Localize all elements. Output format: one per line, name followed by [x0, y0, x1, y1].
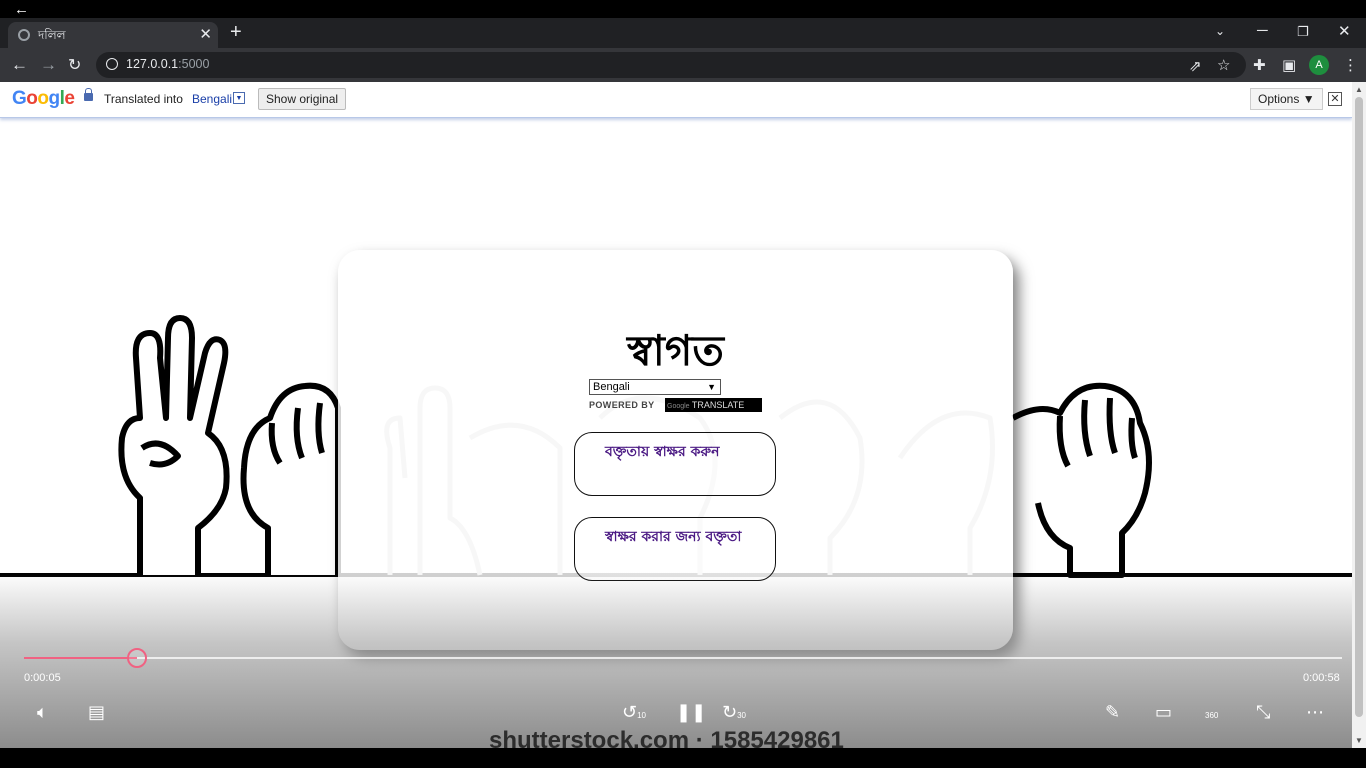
show-original-button[interactable]: Show original: [258, 88, 347, 110]
language-select-value: Bengali: [593, 381, 630, 393]
globe-icon: [18, 29, 30, 41]
google-logo: Google: [12, 88, 75, 109]
profile-avatar[interactable]: A: [1309, 55, 1329, 75]
back-icon[interactable]: ←: [11, 55, 28, 75]
seek-bar[interactable]: [24, 648, 1342, 668]
stock-watermark: shutterstock.com · 1585429861: [489, 727, 844, 748]
close-tab-icon[interactable]: ✕: [199, 25, 212, 43]
translate-options-button[interactable]: Options ▼: [1250, 88, 1323, 110]
scroll-down-icon[interactable]: ▼: [1355, 736, 1363, 745]
language-select[interactable]: Bengali ▼: [589, 379, 721, 395]
tab-search-icon[interactable]: ⌄: [1215, 24, 1225, 38]
elapsed-time: 0:00:05: [24, 672, 61, 684]
total-duration: 0:00:58: [1303, 672, 1340, 684]
page-scrollbar[interactable]: ▲ ▼: [1352, 82, 1366, 748]
minimize-icon[interactable]: ─: [1257, 22, 1268, 39]
seek-progress: [24, 657, 138, 659]
lock-icon: [84, 88, 93, 101]
extensions-icon[interactable]: ✚: [1253, 56, 1266, 74]
powered-by-label: POWERED BY: [589, 400, 655, 410]
close-window-icon[interactable]: ✕: [1338, 22, 1351, 40]
skip-back-icon[interactable]: ↺10: [622, 702, 646, 723]
subtitles-icon[interactable]: ▤: [88, 702, 105, 723]
translated-into-label: Translated into: [104, 92, 183, 106]
chevron-down-icon: ▼: [707, 382, 716, 392]
screen: ← দলিল ✕ + ⌄ ─ ❐ ✕ ← → ↻ 127.0.0.1:5000 …: [0, 0, 1366, 768]
restore-icon[interactable]: ❐: [1297, 24, 1309, 40]
pause-icon[interactable]: ❚❚: [676, 702, 706, 723]
tab-title: দলিল: [38, 28, 66, 42]
player-top-bar: ←: [0, 0, 1366, 18]
back-arrow-icon[interactable]: ←: [14, 2, 34, 18]
share-icon[interactable]: ⇗: [1189, 57, 1202, 75]
menu-kebab-icon[interactable]: ⋮: [1343, 56, 1358, 74]
translate-language-link[interactable]: Bengali: [192, 92, 232, 106]
google-translate-badge[interactable]: Google TRANSLATE: [665, 398, 762, 412]
language-dropdown-icon[interactable]: ▼: [233, 92, 245, 104]
url-text: 127.0.0.1:5000: [126, 57, 210, 71]
more-options-icon[interactable]: ⋯: [1306, 702, 1324, 723]
volume-icon[interactable]: 🔈︎: [37, 702, 48, 723]
site-info-icon[interactable]: [106, 58, 118, 70]
reload-icon[interactable]: ↻: [68, 55, 81, 75]
forward-icon[interactable]: →: [40, 55, 57, 75]
view-360-icon[interactable]: 360: [1205, 702, 1218, 723]
google-translate-bar: Google Translated into Bengali ▼ Show or…: [0, 82, 1352, 118]
tab-strip: দলিল ✕ + ⌄ ─ ❐ ✕: [0, 18, 1366, 48]
side-panel-icon[interactable]: ▣: [1282, 56, 1296, 74]
player-bottom-bar: [0, 748, 1366, 768]
exit-fullscreen-icon[interactable]: ⤡: [1256, 702, 1270, 723]
browser-toolbar: ← → ↻ 127.0.0.1:5000 ⇗ ☆ ✚ ▣ A ⋮: [0, 48, 1366, 82]
page-content: Google Translated into Bengali ▼ Show or…: [0, 82, 1352, 748]
skip-forward-icon[interactable]: ↻30: [722, 702, 746, 723]
translate-close-icon[interactable]: ✕: [1328, 92, 1342, 106]
edit-pencil-icon[interactable]: ✎: [1105, 702, 1120, 723]
mini-view-icon[interactable]: ▭: [1155, 702, 1172, 723]
bookmark-star-icon[interactable]: ☆: [1217, 56, 1230, 74]
scroll-up-icon[interactable]: ▲: [1355, 85, 1363, 94]
scrollbar-thumb[interactable]: [1355, 97, 1363, 717]
speech-to-sign-button[interactable]: বক্তৃতায় স্বাক্ষর করুন: [574, 432, 776, 496]
address-bar[interactable]: 127.0.0.1:5000 ⇗ ☆: [96, 52, 1246, 78]
new-tab-icon[interactable]: +: [230, 21, 242, 44]
browser-tab[interactable]: দলিল ✕: [8, 22, 218, 48]
